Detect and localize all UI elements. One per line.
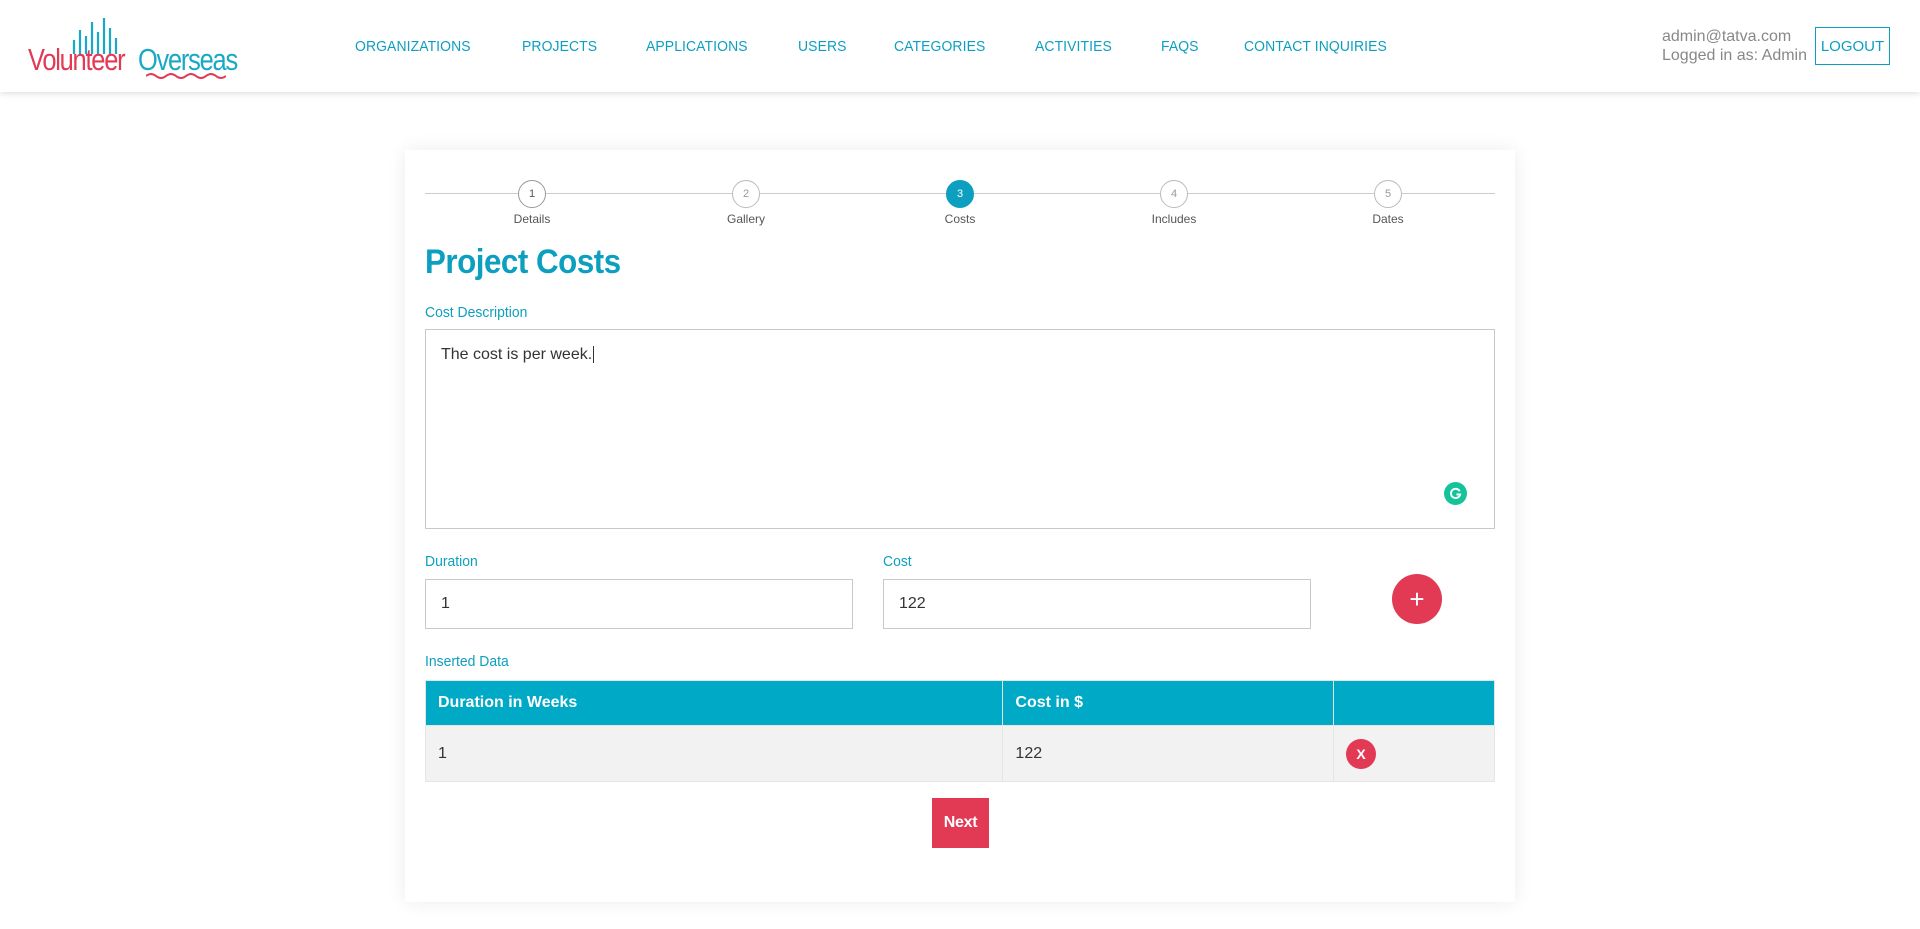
top-header: Volunteer Overseas ORGANIZATIONS PROJECT… (0, 0, 1920, 92)
text-caret (593, 346, 595, 363)
cost-input[interactable]: 122 (883, 579, 1311, 629)
step-label: Gallery (726, 212, 765, 226)
duration-label: Duration (425, 553, 478, 570)
inserted-data-label: Inserted Data (425, 653, 509, 670)
nav-faqs[interactable]: FAQS (1161, 38, 1199, 55)
column-header-actions (1333, 680, 1495, 726)
step-dates[interactable]: 5 Dates (1348, 180, 1428, 226)
nav-organizations[interactable]: ORGANIZATIONS (355, 38, 471, 55)
project-costs-card: 1 Details 2 Gallery 3 Costs 4 Includes 5… (405, 150, 1515, 902)
step-number: 5 (1374, 180, 1402, 208)
step-number: 1 (518, 180, 546, 208)
step-label: Costs (944, 212, 976, 226)
cost-description-value: The cost is per week. (441, 346, 593, 363)
logo-word-volunteer: Volunteer (28, 42, 126, 77)
user-info: admin@tatva.com Logged in as: Admin (1662, 27, 1807, 65)
column-header-cost: Cost in $ (1002, 680, 1335, 726)
nav-categories[interactable]: CATEGORIES (894, 38, 985, 55)
step-label: Details (513, 212, 551, 226)
cell-cost: 122 (1002, 725, 1335, 782)
nav-activities[interactable]: ACTIVITIES (1035, 38, 1112, 55)
step-details[interactable]: 1 Details (492, 180, 572, 226)
cost-description-textarea[interactable]: The cost is per week. (425, 329, 1495, 529)
cell-actions: X (1333, 725, 1495, 782)
cost-label: Cost (883, 553, 912, 570)
add-cost-button[interactable]: + (1392, 574, 1442, 624)
step-number: 3 (946, 180, 974, 208)
step-label: Includes (1151, 212, 1197, 226)
delete-row-button[interactable]: X (1346, 738, 1377, 769)
step-number: 4 (1160, 180, 1188, 208)
page-title: Project Costs (425, 243, 621, 281)
cell-duration: 1 (424, 725, 1004, 782)
grammarly-g-icon (1450, 487, 1462, 499)
nav-contact-inquiries[interactable]: CONTACT INQUIRIES (1244, 38, 1387, 55)
nav-users[interactable]: USERS (798, 38, 847, 55)
grammarly-icon[interactable] (1444, 482, 1467, 505)
logo-wave-icon (146, 73, 226, 79)
step-costs[interactable]: 3 Costs (920, 180, 1000, 226)
step-number: 2 (732, 180, 760, 208)
table-row: 1 122 X (424, 725, 1495, 782)
cost-value: 122 (899, 595, 926, 612)
step-includes[interactable]: 4 Includes (1134, 180, 1214, 226)
wizard-stepper: 1 Details 2 Gallery 3 Costs 4 Includes 5… (425, 180, 1495, 230)
duration-value: 1 (441, 595, 450, 612)
table-header-row: Duration in Weeks Cost in $ (424, 680, 1495, 726)
inserted-data-table: Duration in Weeks Cost in $ 1 122 X (424, 680, 1495, 782)
step-gallery[interactable]: 2 Gallery (706, 180, 786, 226)
next-button[interactable]: Next (932, 798, 989, 848)
duration-input[interactable]: 1 (425, 579, 853, 629)
cost-description-label: Cost Description (425, 304, 528, 321)
main-nav: ORGANIZATIONS PROJECTS APPLICATIONS USER… (355, 38, 1441, 55)
column-header-duration: Duration in Weeks (424, 680, 1004, 726)
user-email: admin@tatva.com (1662, 28, 1792, 45)
volunteer-overseas-logo[interactable]: Volunteer Overseas (28, 16, 238, 79)
nav-applications[interactable]: APPLICATIONS (646, 38, 748, 55)
user-role: Logged in as: Admin (1662, 47, 1807, 64)
logout-button[interactable]: LOGOUT (1815, 27, 1890, 65)
nav-projects[interactable]: PROJECTS (522, 38, 597, 55)
step-label: Dates (1372, 212, 1404, 226)
